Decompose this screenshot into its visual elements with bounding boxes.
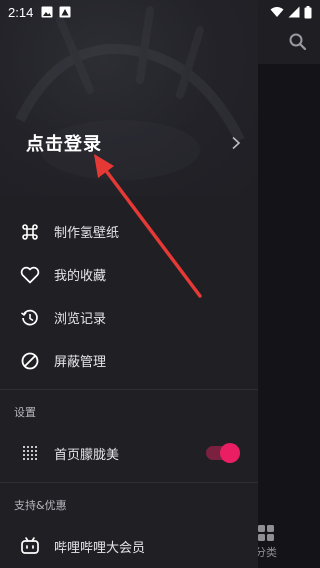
login-row[interactable]: 点击登录: [26, 128, 242, 158]
section-title-support: 支持&优惠: [14, 499, 67, 512]
blur-toggle[interactable]: [206, 443, 240, 463]
login-label: 点击登录: [26, 134, 102, 155]
drawer-header: 点击登录: [0, 0, 258, 196]
image-notification-icon: [41, 6, 53, 18]
toggle-knob: [220, 443, 240, 463]
divider: [0, 482, 258, 483]
navigation-drawer: 点击登录 制作氢壁纸 我的收藏 浏览记录 屏蔽管理 设置 首页朦胧美 支持&优惠…: [0, 0, 258, 568]
menu-item-label: 制作氢壁纸: [54, 226, 120, 241]
block-icon: [20, 351, 40, 371]
cellular-signal-icon: [288, 6, 300, 18]
bilibili-tv-icon: [20, 536, 40, 556]
dot-grid-icon: [20, 443, 40, 463]
command-icon: [20, 222, 40, 242]
history-icon: [20, 308, 40, 328]
menu-item-favorites[interactable]: 我的收藏: [0, 253, 258, 296]
chevron-right-icon: [232, 136, 241, 150]
menu-item-make-wallpaper[interactable]: 制作氢壁纸: [0, 210, 258, 253]
menu-item-history[interactable]: 浏览记录: [0, 296, 258, 339]
menu-item-label: 浏览记录: [54, 312, 107, 327]
menu-item-bilibili-vip[interactable]: 哔哩哔哩大会员: [0, 526, 258, 566]
search-icon[interactable]: [288, 32, 308, 52]
header-illustration: [15, 6, 245, 180]
menu-item-label: 屏蔽管理: [54, 355, 107, 370]
menu-item-block-manage[interactable]: 屏蔽管理: [0, 339, 258, 382]
section-title-settings: 设置: [14, 406, 36, 419]
grid-icon: [258, 525, 274, 541]
divider: [0, 389, 258, 390]
setting-row-blur[interactable]: 首页朦胧美: [0, 433, 258, 473]
wifi-icon: [270, 7, 284, 17]
heart-icon: [20, 265, 40, 285]
setting-label: 首页朦胧美: [54, 447, 120, 463]
drawer-menu: 制作氢壁纸 我的收藏 浏览记录 屏蔽管理: [0, 210, 258, 382]
bottom-tab-label: 分类: [255, 546, 277, 559]
status-bar: 2:14: [0, 0, 320, 24]
gallery-notification-icon: [59, 6, 71, 18]
menu-item-label: 我的收藏: [54, 269, 107, 284]
menu-item-label: 哔哩哔哩大会员: [54, 540, 146, 556]
battery-icon: [304, 5, 312, 18]
status-time: 2:14: [8, 4, 34, 20]
